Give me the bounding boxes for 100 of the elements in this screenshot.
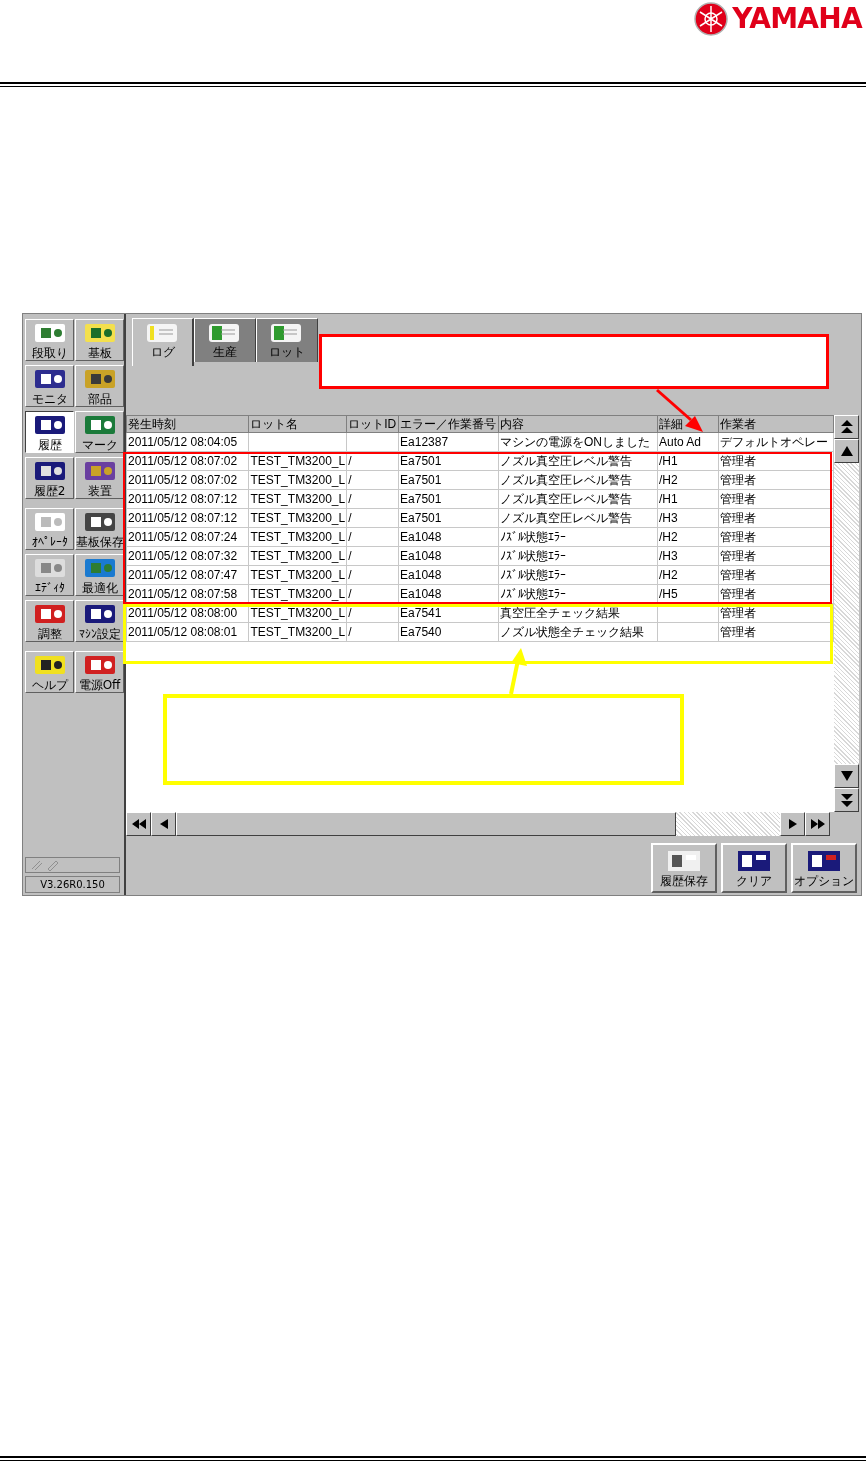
table-cell: TEST_TM3200_L (248, 584, 347, 604)
sidebar-button[interactable]: マーク (75, 411, 124, 453)
table-cell: 管理者 (719, 546, 834, 566)
table-cell: Ea7501 (398, 508, 499, 528)
logo-text: YAMAHA (732, 4, 862, 33)
table-cell: デフォルトオペレー (719, 432, 834, 452)
table-cell: TEST_TM3200_L (248, 546, 347, 566)
scroll-up-button[interactable] (834, 415, 859, 439)
table-cell: マシンの電源をONしました (498, 432, 658, 452)
table-cell: /H2 (657, 565, 719, 585)
table-cell: TEST_TM3200_L (248, 489, 347, 509)
table-cell: TEST_TM3200_L (248, 470, 347, 490)
table-cell: / (346, 527, 399, 547)
table-cell: Ea7501 (398, 489, 499, 509)
column-header[interactable]: ロットID (346, 415, 399, 433)
table-cell: 2011/05/12 08:07:12 (126, 508, 249, 528)
table-cell: 管理者 (719, 489, 834, 509)
table-cell: / (346, 546, 399, 566)
scroll-left-button[interactable] (151, 812, 176, 836)
table-cell: /H3 (657, 508, 719, 528)
table-cell: Ea1048 (398, 546, 499, 566)
table-cell: 2011/05/12 08:07:02 (126, 470, 249, 490)
table-cell (657, 622, 719, 642)
tool-icon (82, 653, 117, 676)
toolbar-button[interactable]: 履歴保存 (651, 843, 717, 893)
sidebar-button[interactable]: 履歴2 (25, 457, 74, 499)
scroll-down-button[interactable] (834, 788, 859, 812)
sidebar-button[interactable]: 基板 (75, 319, 124, 361)
column-header[interactable]: 内容 (498, 415, 658, 433)
table-cell: / (346, 470, 399, 490)
table-cell: 管理者 (719, 527, 834, 547)
table-cell: 2011/05/12 08:07:58 (126, 584, 249, 604)
column-header[interactable]: エラー／作業番号 (398, 415, 499, 433)
sidebar-button[interactable]: 装置 (75, 457, 124, 499)
table-cell: Ea7540 (398, 622, 499, 642)
column-header[interactable]: ロット名 (248, 415, 347, 433)
tab[interactable]: ログ (132, 318, 194, 366)
tool-icon (32, 510, 67, 533)
table-cell: ﾉｽﾞﾙ状態ｴﾗｰ (498, 546, 658, 566)
sidebar-button[interactable]: ﾏｼﾝ設定 (75, 600, 124, 642)
scroll-right-button[interactable] (780, 812, 805, 836)
version-label: V3.26R0.150 (25, 876, 120, 893)
table-cell: 管理者 (719, 622, 834, 642)
table-cell: ﾉｽﾞﾙ状態ｴﾗｰ (498, 565, 658, 585)
tool-icon (82, 367, 117, 390)
table-cell: 管理者 (719, 470, 834, 490)
link-status-icon (30, 859, 60, 871)
sidebar-button[interactable]: ｴﾃﾞｨﾀ (25, 554, 74, 596)
panel-icon (736, 849, 772, 873)
table-cell: 2011/05/12 08:07:12 (126, 489, 249, 509)
sidebar-button[interactable]: 調整 (25, 600, 74, 642)
table-cell: 管理者 (719, 565, 834, 585)
sidebar-button[interactable]: 電源Off (75, 651, 124, 693)
table-cell (346, 432, 399, 452)
scroll-down-button[interactable] (834, 764, 859, 788)
table-cell: 管理者 (719, 584, 834, 604)
table-cell: / (346, 451, 399, 471)
scroll-thumb[interactable] (176, 812, 676, 836)
table-cell: TEST_TM3200_L (248, 451, 347, 471)
table-cell: ノズル真空圧レベル警告 (498, 470, 658, 490)
table-cell: ノズル真空圧レベル警告 (498, 451, 658, 471)
table-cell: 2011/05/12 08:07:02 (126, 451, 249, 471)
tab[interactable]: ロット (256, 318, 318, 362)
sidebar-button[interactable]: ｵﾍﾟﾚｰﾀ (25, 508, 74, 550)
tool-icon (82, 321, 117, 344)
toolbar-button[interactable]: オプション (791, 843, 857, 893)
table-cell: Ea7501 (398, 470, 499, 490)
table-cell: TEST_TM3200_L (248, 527, 347, 547)
tool-icon (82, 602, 117, 625)
sidebar-button[interactable]: 段取り (25, 319, 74, 361)
table-cell: /H2 (657, 470, 719, 490)
panel-icon (806, 849, 842, 873)
table-cell: 2011/05/12 08:07:32 (126, 546, 249, 566)
table-cell: /H1 (657, 451, 719, 471)
tab[interactable]: 生産 (194, 318, 256, 362)
tool-icon (32, 556, 67, 579)
table-cell: / (346, 508, 399, 528)
scroll-right-button[interactable] (805, 812, 830, 836)
table-cell: TEST_TM3200_L (248, 508, 347, 528)
column-header[interactable]: 作業者 (719, 415, 834, 433)
sidebar-button[interactable]: 最適化 (75, 554, 124, 596)
sidebar-button[interactable]: モニタ (25, 365, 74, 407)
table-cell: TEST_TM3200_L (248, 622, 347, 642)
table-cell: Ea1048 (398, 527, 499, 547)
tool-icon (32, 602, 67, 625)
sidebar-button[interactable]: ヘルプ (25, 651, 74, 693)
column-header[interactable]: 発生時刻 (126, 415, 249, 433)
table-cell: Ea1048 (398, 565, 499, 585)
table-cell: 管理者 (719, 508, 834, 528)
table-cell: / (346, 584, 399, 604)
sidebar-button[interactable]: 履歴 (25, 411, 74, 453)
tool-icon (82, 510, 117, 533)
scroll-left-button[interactable] (126, 812, 151, 836)
table-cell: 2011/05/12 08:07:47 (126, 565, 249, 585)
table-cell: ﾉｽﾞﾙ状態ｴﾗｰ (498, 527, 658, 547)
sidebar-button[interactable]: 部品 (75, 365, 124, 407)
tool-icon (32, 367, 67, 390)
toolbar-button[interactable]: クリア (721, 843, 787, 893)
scroll-up-button[interactable] (834, 439, 859, 463)
sidebar-button[interactable]: 基板保存 (75, 508, 124, 550)
